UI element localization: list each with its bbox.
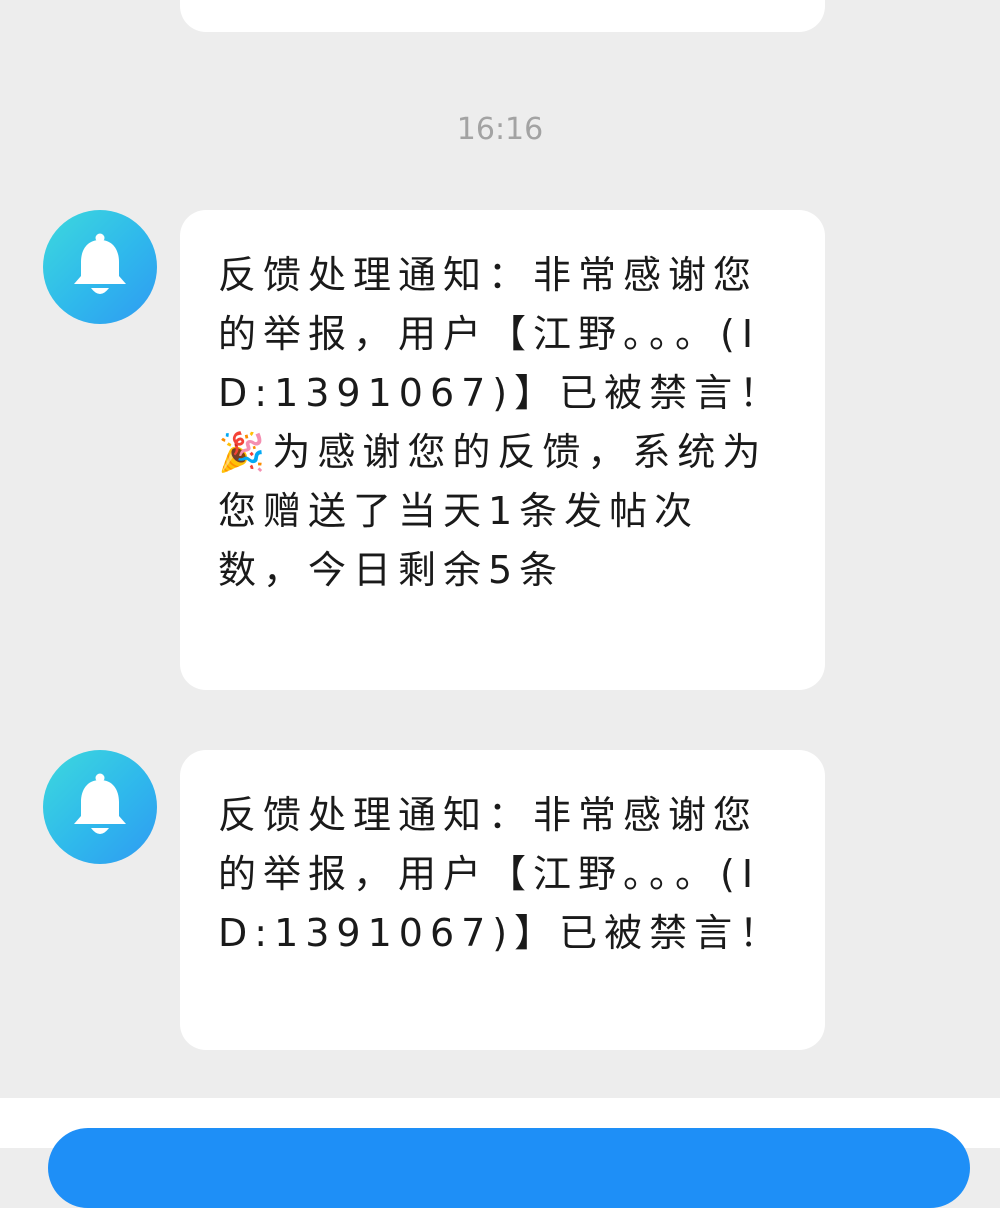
- system-notification-avatar[interactable]: [43, 210, 157, 324]
- message-timestamp: 16:16: [456, 112, 544, 147]
- bottom-action-button[interactable]: [48, 1128, 970, 1208]
- notification-message-bubble[interactable]: 反馈处理通知：非常感谢您的举报，用户【江野。。。(ID:1391067)】已被禁…: [180, 750, 825, 1050]
- bell-icon: [74, 773, 126, 834]
- notification-message-bubble[interactable]: 反馈处理通知：非常感谢您的举报，用户【江野。。。(ID:1391067)】已被禁…: [180, 210, 825, 690]
- bell-icon: [74, 233, 126, 294]
- message-text: 反馈处理通知：非常感谢您的举报，用户【江野。。。(ID:1391067)】已被禁…: [218, 793, 785, 955]
- bottom-action-bar: [0, 1098, 1000, 1208]
- previous-message-bubble[interactable]: [180, 0, 825, 32]
- message-text: 反馈处理通知：非常感谢您的举报，用户【江野。。。(ID:1391067)】已被禁…: [218, 253, 785, 592]
- system-notification-avatar[interactable]: [43, 750, 157, 864]
